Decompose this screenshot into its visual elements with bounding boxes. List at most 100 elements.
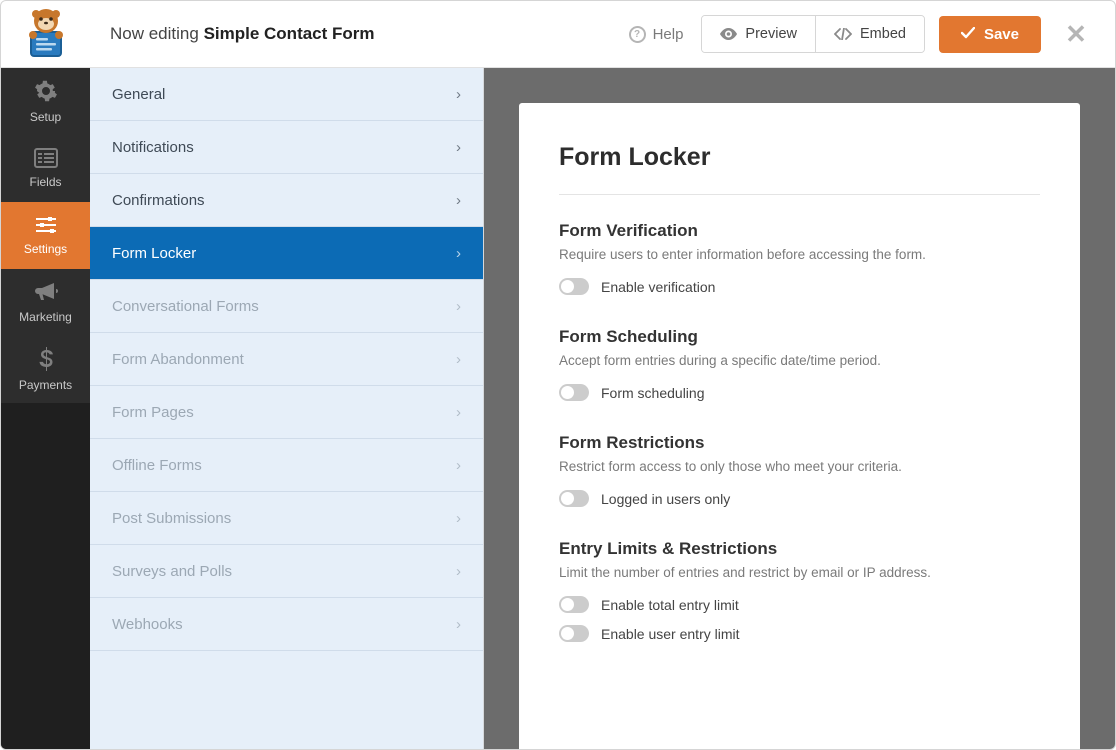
embed-button[interactable]: Embed: [815, 16, 924, 52]
section-desc: Accept form entries during a specific da…: [559, 353, 1040, 368]
sliders-icon: [34, 215, 58, 238]
rail-item-fields[interactable]: Fields: [1, 135, 90, 202]
code-icon: [834, 28, 852, 40]
help-link[interactable]: ? Help: [629, 26, 684, 43]
preview-label: Preview: [745, 26, 797, 42]
switch[interactable]: [559, 625, 589, 642]
editing-prefix: Now editing: [110, 24, 204, 43]
canvas: Form Locker Form Verification Require us…: [484, 68, 1115, 749]
rail-label: Settings: [24, 242, 67, 256]
topbar: Now editing Simple Contact Form ? Help P…: [1, 1, 1115, 68]
wpforms-logo-icon: [18, 8, 74, 60]
sub-item-form-abandonment[interactable]: Form Abandonment ›: [90, 333, 483, 386]
sub-item-webhooks[interactable]: Webhooks ›: [90, 598, 483, 651]
toggle-logged-in-users-only: Logged in users only: [559, 490, 1040, 507]
app-frame: Now editing Simple Contact Form ? Help P…: [0, 0, 1116, 750]
sub-item-form-pages[interactable]: Form Pages ›: [90, 386, 483, 439]
toggle-enable-verification: Enable verification: [559, 278, 1040, 295]
chevron-right-icon: ›: [456, 616, 461, 633]
save-label: Save: [984, 26, 1019, 43]
sub-item-post-submissions[interactable]: Post Submissions ›: [90, 492, 483, 545]
sub-item-offline-forms[interactable]: Offline Forms ›: [90, 439, 483, 492]
rail-label: Setup: [30, 110, 61, 124]
section-heading: Entry Limits & Restrictions: [559, 539, 1040, 559]
sub-item-form-locker[interactable]: Form Locker ›: [90, 227, 483, 280]
switch[interactable]: [559, 596, 589, 613]
switch[interactable]: [559, 278, 589, 295]
section-desc: Restrict form access to only those who m…: [559, 459, 1040, 474]
section-heading: Form Verification: [559, 221, 1040, 241]
chevron-right-icon: ›: [456, 245, 461, 262]
switch-label: Enable total entry limit: [601, 597, 739, 613]
sub-item-label: Webhooks: [112, 616, 183, 633]
editing-label: Now editing Simple Contact Form: [110, 24, 375, 44]
chevron-right-icon: ›: [456, 86, 461, 103]
rail-label: Marketing: [19, 310, 72, 324]
sub-item-general[interactable]: General ›: [90, 68, 483, 121]
section-form-scheduling: Form Scheduling Accept form entries duri…: [559, 327, 1040, 401]
section-desc: Limit the number of entries and restrict…: [559, 565, 1040, 580]
help-icon: ?: [629, 26, 646, 43]
close-button[interactable]: ✕: [1055, 19, 1097, 50]
chevron-right-icon: ›: [456, 510, 461, 527]
panel-title: Form Locker: [559, 143, 1040, 172]
rail-label: Payments: [19, 378, 72, 392]
rail-item-settings[interactable]: Settings: [1, 202, 90, 269]
left-rail: Setup Fields Settings Marketing: [1, 68, 90, 749]
chevron-right-icon: ›: [456, 457, 461, 474]
sub-item-label: Form Pages: [112, 404, 194, 421]
section-form-verification: Form Verification Require users to enter…: [559, 221, 1040, 295]
switch[interactable]: [559, 490, 589, 507]
sub-item-label: Post Submissions: [112, 510, 231, 527]
section-form-restrictions: Form Restrictions Restrict form access t…: [559, 433, 1040, 507]
logo[interactable]: [1, 1, 90, 68]
embed-label: Embed: [860, 26, 906, 42]
switch-label: Logged in users only: [601, 491, 730, 507]
check-icon: [961, 26, 975, 43]
section-entry-limits: Entry Limits & Restrictions Limit the nu…: [559, 539, 1040, 642]
sub-item-confirmations[interactable]: Confirmations ›: [90, 174, 483, 227]
sub-item-label: Notifications: [112, 139, 194, 156]
sub-item-label: General: [112, 86, 165, 103]
sub-item-conversational-forms[interactable]: Conversational Forms ›: [90, 280, 483, 333]
section-heading: Form Restrictions: [559, 433, 1040, 453]
chevron-right-icon: ›: [456, 192, 461, 209]
section-desc: Require users to enter information befor…: [559, 247, 1040, 262]
chevron-right-icon: ›: [456, 139, 461, 156]
sub-item-label: Offline Forms: [112, 457, 202, 474]
gear-icon: [34, 79, 58, 106]
dollar-icon: [38, 347, 54, 374]
body: Setup Fields Settings Marketing: [1, 68, 1115, 749]
close-icon: ✕: [1065, 19, 1087, 49]
switch-label: Enable user entry limit: [601, 626, 740, 642]
section-heading: Form Scheduling: [559, 327, 1040, 347]
list-icon: [34, 148, 58, 171]
panel-divider: [559, 194, 1040, 195]
chevron-right-icon: ›: [456, 563, 461, 580]
sub-item-label: Surveys and Polls: [112, 563, 232, 580]
switch-label: Form scheduling: [601, 385, 705, 401]
preview-embed-group: Preview Embed: [701, 15, 925, 53]
sub-item-label: Conversational Forms: [112, 298, 259, 315]
sub-item-notifications[interactable]: Notifications ›: [90, 121, 483, 174]
switch-label: Enable verification: [601, 279, 715, 295]
switch[interactable]: [559, 384, 589, 401]
eye-icon: [720, 28, 737, 40]
rail-label: Fields: [29, 175, 61, 189]
settings-sub-panel: General › Notifications › Confirmations …: [90, 68, 484, 749]
toggle-enable-total-entry-limit: Enable total entry limit: [559, 596, 1040, 613]
sub-item-label: Confirmations: [112, 192, 205, 209]
chevron-right-icon: ›: [456, 351, 461, 368]
bullhorn-icon: [34, 281, 58, 306]
save-button[interactable]: Save: [939, 16, 1041, 53]
rail-item-marketing[interactable]: Marketing: [1, 269, 90, 336]
sub-item-label: Form Locker: [112, 245, 196, 262]
sub-item-label: Form Abandonment: [112, 351, 244, 368]
rail-item-payments[interactable]: Payments: [1, 336, 90, 403]
rail-item-setup[interactable]: Setup: [1, 68, 90, 135]
chevron-right-icon: ›: [456, 298, 461, 315]
sub-item-surveys-and-polls[interactable]: Surveys and Polls ›: [90, 545, 483, 598]
toggle-enable-user-entry-limit: Enable user entry limit: [559, 625, 1040, 642]
preview-button[interactable]: Preview: [702, 16, 815, 52]
chevron-right-icon: ›: [456, 404, 461, 421]
